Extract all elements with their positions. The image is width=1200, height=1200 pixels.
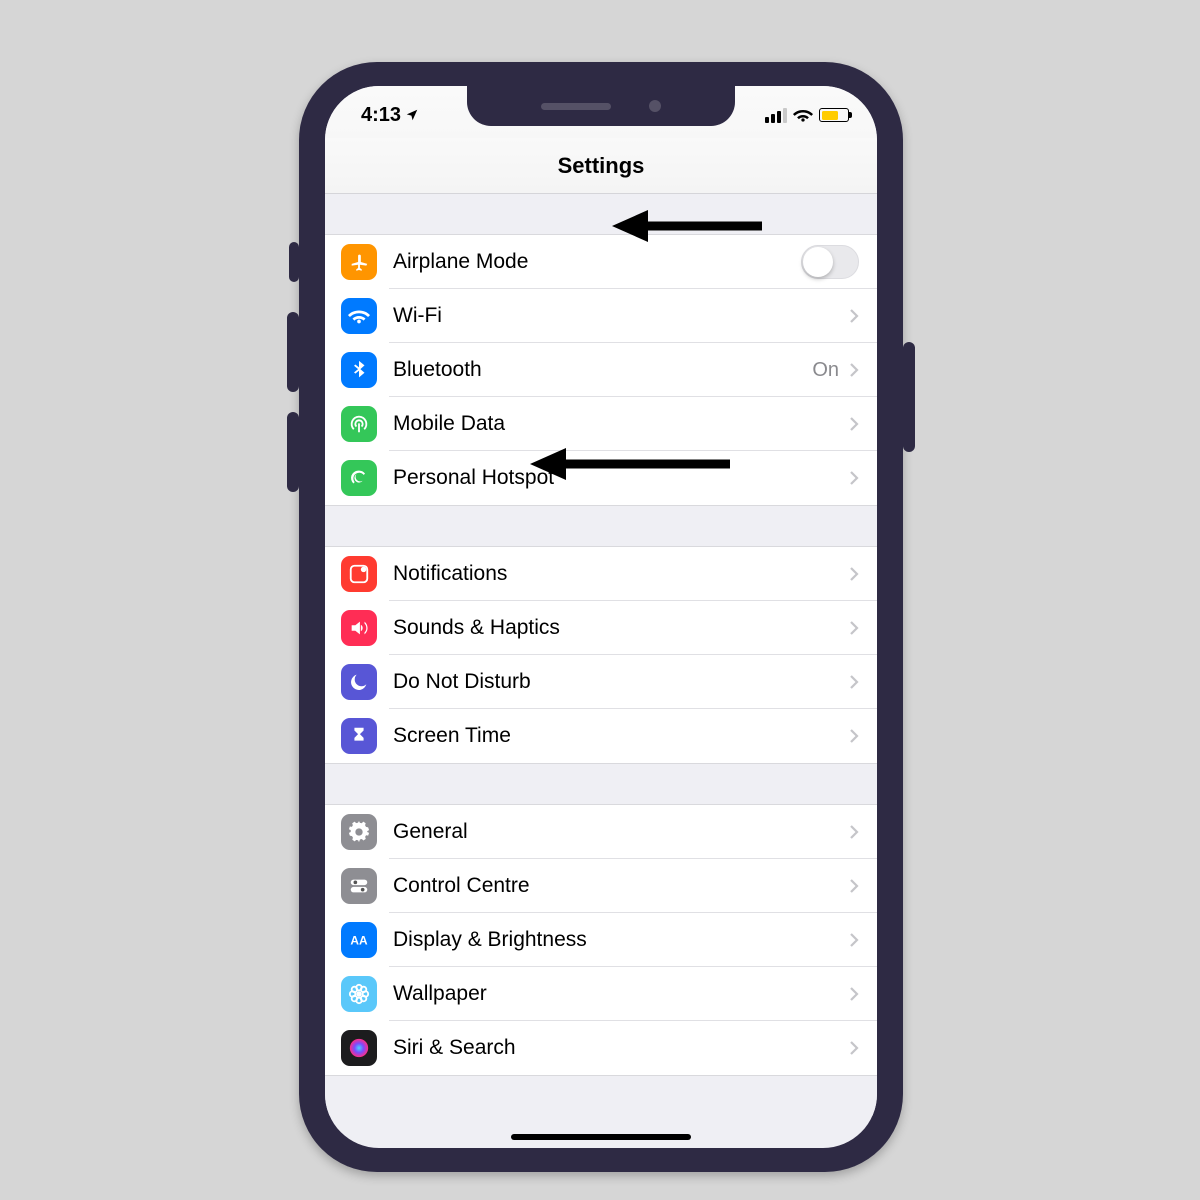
nav-header: Settings [325,138,877,194]
row-label: Siri & Search [393,1036,849,1060]
screen: 4:13 Settings Airplane ModeWi [325,86,877,1148]
flower-icon [341,976,377,1012]
settings-row-airplane-mode[interactable]: Airplane Mode [325,235,877,289]
settings-scroll[interactable]: Airplane Mode Wi-Fi BluetoothOn Mobile Data… [325,194,877,1148]
row-label: Mobile Data [393,412,849,436]
row-label: Personal Hotspot [393,466,849,490]
row-label: Notifications [393,562,849,586]
chevron-right-icon [849,932,859,948]
chevron-right-icon [849,674,859,690]
row-label: General [393,820,849,844]
wifi-icon [341,298,377,334]
row-label: Sounds & Haptics [393,616,849,640]
chevron-right-icon [849,1040,859,1056]
row-label: Wi-Fi [393,304,849,328]
row-label: Display & Brightness [393,928,849,952]
chevron-right-icon [849,470,859,486]
chevron-right-icon [849,416,859,432]
settings-row-siri-search[interactable]: Siri & Search [325,1021,877,1075]
side-button[interactable] [903,342,915,452]
volume-up-button[interactable] [287,312,299,392]
row-label: Control Centre [393,874,849,898]
settings-row-sounds-haptics[interactable]: Sounds & Haptics [325,601,877,655]
chevron-right-icon [849,986,859,1002]
row-detail: On [812,359,839,382]
airplane-icon [341,244,377,280]
battery-icon [819,108,849,122]
aa-icon: AA [341,922,377,958]
chevron-right-icon [849,824,859,840]
svg-text:AA: AA [350,934,368,948]
chevron-right-icon [849,362,859,378]
chevron-right-icon [849,308,859,324]
row-label: Bluetooth [393,358,812,382]
wifi-icon [793,105,813,125]
settings-row-wallpaper[interactable]: Wallpaper [325,967,877,1021]
volume-down-button[interactable] [287,412,299,492]
settings-row-screen-time[interactable]: Screen Time [325,709,877,763]
sounds-icon [341,610,377,646]
bluetooth-icon [341,352,377,388]
phone-frame: 4:13 Settings Airplane ModeWi [299,62,903,1172]
siri-icon [341,1030,377,1066]
settings-group: Airplane Mode Wi-Fi BluetoothOn Mobile Data… [325,234,877,506]
settings-row-general[interactable]: General [325,805,877,859]
chevron-right-icon [849,566,859,582]
notifications-icon [341,556,377,592]
settings-group: General Control Centre AA Display & Brightn… [325,804,877,1076]
cellular-signal-icon [765,108,787,123]
settings-row-personal-hotspot[interactable]: Personal Hotspot [325,451,877,505]
switches-icon [341,868,377,904]
antenna-icon [341,406,377,442]
airplane-mode-toggle[interactable] [801,245,859,279]
chevron-right-icon [849,728,859,744]
settings-row-mobile-data[interactable]: Mobile Data [325,397,877,451]
settings-group: Notifications Sounds & Haptics Do Not Dist… [325,546,877,764]
row-label: Screen Time [393,724,849,748]
settings-row-notifications[interactable]: Notifications [325,547,877,601]
chevron-right-icon [849,878,859,894]
location-icon [405,108,419,122]
home-indicator[interactable] [511,1134,691,1140]
row-label: Do Not Disturb [393,670,849,694]
chevron-right-icon [849,620,859,636]
mute-switch[interactable] [289,242,299,282]
row-label: Wallpaper [393,982,849,1006]
settings-row-display-brightness[interactable]: AA Display & Brightness [325,913,877,967]
gear-icon [341,814,377,850]
hourglass-icon [341,718,377,754]
notch [467,86,735,126]
settings-row-control-centre[interactable]: Control Centre [325,859,877,913]
page-title: Settings [558,153,645,179]
row-label: Airplane Mode [393,250,801,274]
hotspot-icon [341,460,377,496]
settings-row-bluetooth[interactable]: BluetoothOn [325,343,877,397]
dnd-icon [341,664,377,700]
status-time: 4:13 [361,104,401,127]
settings-row-wi-fi[interactable]: Wi-Fi [325,289,877,343]
settings-row-do-not-disturb[interactable]: Do Not Disturb [325,655,877,709]
